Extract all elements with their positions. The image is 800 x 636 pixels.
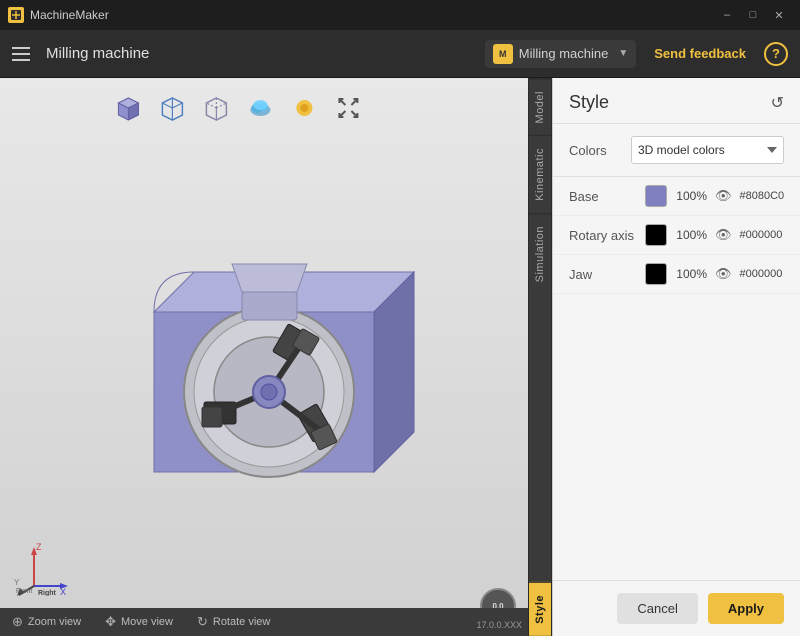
side-tabs-spacer <box>529 295 551 583</box>
rotary-axis-color-swatch[interactable] <box>645 224 667 246</box>
panel-header: Style ↺ <box>553 78 800 124</box>
zoom-label: Zoom view <box>28 616 81 628</box>
style-panel: Style ↺ Colors 3D model colors Custom co… <box>552 78 800 636</box>
tab-kinematic[interactable]: Kinematic <box>529 135 551 213</box>
panel-title: Style <box>569 92 609 113</box>
view-fit-button[interactable] <box>330 90 366 126</box>
rotary-axis-hex-value: #000000 <box>740 229 798 241</box>
base-visibility-icon[interactable]: 👁 <box>715 188 732 204</box>
base-color-swatch[interactable] <box>645 185 667 207</box>
panel-spacer <box>553 294 800 580</box>
badge-icon: M <box>493 44 513 64</box>
tab-simulation[interactable]: Simulation <box>529 213 551 294</box>
jaw-hex-value: #000000 <box>740 268 798 280</box>
main-area: Z X Y Front Right 0.0 ⊕ Zoom view <box>0 78 800 636</box>
move-view-item: ✥ Move view <box>105 614 173 630</box>
rotary-axis-label: Rotary axis <box>569 228 637 243</box>
close-button[interactable]: ✕ <box>766 5 792 25</box>
rotary-axis-opacity: 100% <box>675 228 707 242</box>
view-wireframe-button[interactable] <box>154 90 190 126</box>
jaw-color-swatch[interactable] <box>645 263 667 285</box>
hamburger-line <box>12 59 30 61</box>
view-point-button[interactable] <box>286 90 322 126</box>
view-hidden-button[interactable] <box>198 90 234 126</box>
app-icon <box>8 7 24 23</box>
app-header: Milling machine M Milling machine ▼ Send… <box>0 30 800 78</box>
rotary-axis-property-row: Rotary axis 100% 👁 #000000 ✎ <box>553 216 800 255</box>
hamburger-line <box>12 53 30 55</box>
svg-text:X: X <box>60 587 66 596</box>
hamburger-menu[interactable] <box>8 43 34 65</box>
axis-indicator: Z X Y Front Right <box>14 541 74 601</box>
viewport-toolbar <box>110 90 366 126</box>
rotary-axis-visibility-icon[interactable]: 👁 <box>715 227 732 243</box>
svg-text:Y: Y <box>14 578 20 587</box>
zoom-icon: ⊕ <box>12 614 23 630</box>
rotate-icon: ↻ <box>197 614 208 630</box>
panel-footer: Cancel Apply <box>553 580 800 636</box>
cancel-button[interactable]: Cancel <box>617 593 697 624</box>
view-mesh-button[interactable] <box>242 90 278 126</box>
titlebar: MachineMaker – □ ✕ <box>0 0 800 30</box>
tab-model[interactable]: Model <box>529 78 551 135</box>
machine-name-label: Milling machine <box>46 45 149 62</box>
base-opacity: 100% <box>675 189 707 203</box>
version-label: 17.0.0.XXX <box>476 620 522 630</box>
zoom-view-item: ⊕ Zoom view <box>12 614 81 630</box>
jaw-visibility-icon[interactable]: 👁 <box>715 266 732 282</box>
svg-text:Right: Right <box>38 590 57 596</box>
base-label: Base <box>569 189 637 204</box>
minimize-button[interactable]: – <box>714 5 740 25</box>
colors-label: Colors <box>569 143 619 158</box>
svg-text:Z: Z <box>36 542 42 552</box>
send-feedback-button[interactable]: Send feedback <box>646 42 754 65</box>
jaw-opacity: 100% <box>675 267 707 281</box>
base-hex-value: #8080C0 <box>740 190 798 202</box>
statusbar: ⊕ Zoom view ✥ Move view ↻ Rotate view <box>0 608 528 636</box>
hamburger-line <box>12 47 30 49</box>
viewport[interactable]: Z X Y Front Right 0.0 ⊕ Zoom view <box>0 78 528 636</box>
titlebar-controls[interactable]: – □ ✕ <box>714 5 792 25</box>
side-tabs: Model Kinematic Simulation Style <box>528 78 552 636</box>
rotate-view-item: ↻ Rotate view <box>197 614 270 630</box>
badge-dropdown-icon: ▼ <box>618 48 628 59</box>
colors-select[interactable]: 3D model colors Custom colors <box>631 136 784 164</box>
header-right: M Milling machine ▼ Send feedback ? <box>485 40 788 68</box>
move-icon: ✥ <box>105 614 116 630</box>
view-solid-button[interactable] <box>110 90 146 126</box>
apply-button[interactable]: Apply <box>708 593 784 624</box>
colors-row: Colors 3D model colors Custom colors <box>553 124 800 177</box>
maximize-button[interactable]: □ <box>740 5 766 25</box>
panel-reset-button[interactable]: ↺ <box>771 93 784 113</box>
rotate-label: Rotate view <box>213 616 270 628</box>
help-button[interactable]: ? <box>764 42 788 66</box>
svg-text:Front: Front <box>16 588 32 595</box>
tab-style[interactable]: Style <box>529 582 551 636</box>
header-left: Milling machine <box>8 43 149 65</box>
jaw-label: Jaw <box>569 267 637 282</box>
machine-3d-view <box>30 138 518 586</box>
machine-badge[interactable]: M Milling machine ▼ <box>485 40 637 68</box>
base-property-row: Base 100% 👁 #8080C0 ✎ <box>553 177 800 216</box>
badge-label-text: Milling machine <box>519 46 609 61</box>
move-label: Move view <box>121 616 173 628</box>
app-title: MachineMaker <box>30 8 109 22</box>
titlebar-left: MachineMaker <box>8 7 109 23</box>
jaw-property-row: Jaw 100% 👁 #000000 ✎ <box>553 255 800 294</box>
